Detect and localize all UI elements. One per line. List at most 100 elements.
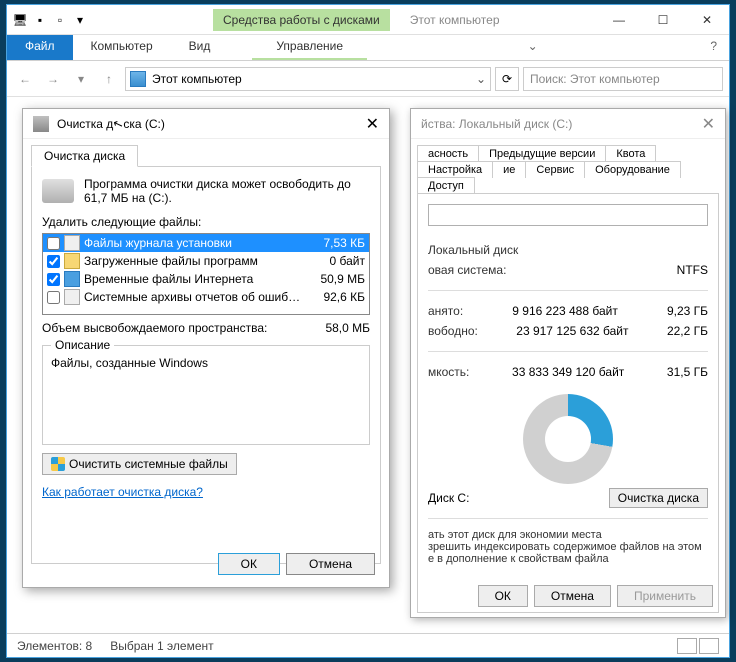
tab-hardware[interactable]: Оборудование [584,161,681,178]
clean-system-files-button[interactable]: Очистить системные файлы [42,453,237,475]
file-type-icon [64,289,80,305]
cancel-button[interactable]: Отмена [286,553,375,575]
view-details-icon[interactable] [677,638,697,654]
drive-icon [130,71,146,87]
file-size: 92,6 КБ [305,290,365,304]
fs-value: NTFS [677,263,708,277]
ribbon-tabs: Файл Компьютер Вид Управление ⌄ ? [7,35,729,61]
ok-button[interactable]: ОК [218,553,280,575]
properties-tabs: асность Предыдущие версии Квота Настройк… [411,139,725,193]
view-large-icon[interactable] [699,638,719,654]
tab-quota[interactable]: Квота [605,145,656,162]
cleanup-icon [33,116,49,132]
index-note2: е в дополнение к свойствам файла [428,553,708,565]
tab-security[interactable]: асность [417,145,479,162]
cleanup-intro-text: Программа очистки диска может освободить… [84,177,370,205]
address-field[interactable]: Этот компьютер ⌄ [125,67,491,91]
drive-type: Локальный диск [428,243,518,257]
total-value: 58,0 МБ [325,321,370,335]
file-item[interactable]: Системные архивы отчетов об ошиб…92,6 КБ [43,288,369,306]
address-dropdown-icon[interactable]: ⌄ [476,72,486,86]
file-item[interactable]: Загруженные файлы программ 0 байт [43,252,369,270]
close-icon[interactable]: ✕ [366,114,379,134]
fs-label: овая система: [428,263,506,277]
file-item[interactable]: Файлы журнала установки7,53 КБ [43,234,369,252]
search-input[interactable]: Поиск: Этот компьютер [523,67,723,91]
disk-cleanup-button[interactable]: Очистка диска [609,488,708,508]
window-title: Этот компьютер [410,13,500,27]
nav-up-icon[interactable]: ↑ [97,67,121,91]
tab-manage[interactable]: Управление [252,35,367,60]
close-icon[interactable]: ✕ [702,114,715,134]
index-note1: зрешить индексировать содержимое файлов … [428,541,708,553]
tab-computer[interactable]: Компьютер [73,35,171,60]
properties-dialog: йства: Локальный диск (C:) ✕ асность Пре… [410,108,726,618]
used-gb: 9,23 ГБ [667,304,708,318]
maximize-button[interactable]: ☐ [641,6,685,34]
file-type-icon [64,253,80,269]
minimize-button[interactable]: — [597,6,641,34]
file-checkbox[interactable] [47,237,60,250]
total-label: Объем высвобождаемого пространства: [42,321,267,335]
file-size: 0 байт [305,254,365,268]
files-to-delete-label: Удалить следующие файлы: [42,215,370,229]
disk-caption: Диск C: [428,491,469,505]
properties-titlebar: йства: Локальный диск (C:) ✕ [411,109,725,139]
statusbar: Элементов: 8 Выбран 1 элемент [7,633,729,657]
nav-back-icon[interactable]: ← [13,67,37,91]
capacity-bytes: 33 833 349 120 байт [512,365,624,379]
properties-body: Локальный диск овая система:NTFS анято:9… [417,193,719,613]
cleanup-title-post: ска (C:) [123,117,165,131]
free-gb: 22,2 ГБ [667,324,708,338]
address-text: Этот компьютер [152,72,242,86]
pc-icon: 🖥 [11,11,29,29]
tab-general[interactable]: ие [492,161,526,178]
tab-disk-cleanup[interactable]: Очистка диска [31,145,138,167]
qat: 🖥 ▪ ▫ ▾ [7,11,93,29]
compress-note: ать этот диск для экономии места [428,529,708,541]
help-icon[interactable]: ? [698,35,729,60]
apply-button[interactable]: Применить [617,585,713,607]
drive-name-field[interactable] [428,204,708,226]
explorer-titlebar: 🖥 ▪ ▫ ▾ Средства работы с дисками Этот к… [7,5,729,35]
nav-forward-icon[interactable]: → [41,67,65,91]
file-checkbox[interactable] [47,291,60,304]
free-label: вободно: [428,324,478,338]
properties-title: йства: Локальный диск (C:) [421,117,572,131]
free-bytes: 23 917 125 632 байт [516,324,628,338]
tab-sharing[interactable]: Доступ [417,177,475,194]
ribbon-collapse-icon[interactable]: ⌄ [516,35,550,60]
file-item[interactable]: Временные файлы Интернета50,9 МБ [43,270,369,288]
file-size: 50,9 МБ [305,272,365,286]
capacity-label: мкость: [428,365,469,379]
drive-icon [42,179,74,203]
file-list[interactable]: Файлы журнала установки7,53 КБЗагруженны… [42,233,370,315]
file-checkbox[interactable] [47,255,60,268]
tab-view[interactable]: Вид [171,35,229,60]
tab-customize[interactable]: Настройка [417,161,493,178]
file-name: Файлы журнала установки [84,236,301,250]
close-button[interactable]: ✕ [685,6,729,34]
qat-separator: ▪ [31,11,49,29]
qat-dropdown[interactable]: ▾ [71,11,89,29]
refresh-button[interactable]: ⟳ [495,67,519,91]
cancel-button[interactable]: Отмена [534,585,611,607]
shield-icon [51,457,65,471]
tab-tools[interactable]: Сервис [525,161,585,178]
tab-file[interactable]: Файл [7,35,73,60]
cleanup-panel: Программа очистки диска может освободить… [31,166,381,564]
how-it-works-link[interactable]: Как работает очистка диска? [42,485,203,499]
nav-history-icon[interactable]: ▾ [69,67,93,91]
capacity-gb: 31,5 ГБ [667,365,708,379]
file-checkbox[interactable] [47,273,60,286]
file-type-icon [64,235,80,251]
file-name: Загруженные файлы программ [84,254,301,268]
status-count: Элементов: 8 [17,639,92,653]
ribbon-context-tab[interactable]: Средства работы с дисками [213,9,390,31]
description-group: Описание Файлы, созданные Windows [42,345,370,445]
clean-system-label: Очистить системные файлы [69,457,228,471]
tab-previous-versions[interactable]: Предыдущие версии [478,145,606,162]
ok-button[interactable]: ОК [478,585,528,607]
qat-item[interactable]: ▫ [51,11,69,29]
description-legend: Описание [51,338,114,352]
